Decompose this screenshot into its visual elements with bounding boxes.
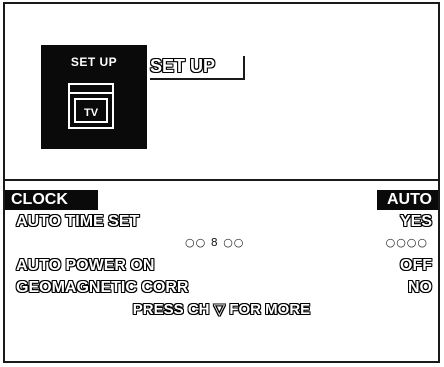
- date-readout: ○○○○: [385, 236, 428, 249]
- menu-item-label: AUTO POWER ON: [16, 257, 155, 274]
- section-divider: [5, 179, 438, 181]
- more-hint: PRESS CH ▽ FOR MORE: [132, 301, 311, 318]
- setup-icon-label: SET UP: [70, 55, 118, 69]
- menu-item-label: AUTO TIME SET: [16, 213, 140, 230]
- menu-item-value: OFF: [400, 257, 432, 274]
- tv-icon-screen: TV: [74, 98, 108, 123]
- menu-item-label: CLOCK: [5, 190, 98, 210]
- menu-item-value: AUTO: [376, 190, 438, 210]
- page-title: SET UP: [150, 56, 245, 80]
- tv-icon-label: TV: [83, 107, 99, 119]
- time-readout: ○○ 8 ○○: [185, 236, 245, 249]
- menu-item-auto-power-on[interactable]: AUTO POWER ON OFF: [5, 256, 438, 276]
- tv-icon: TV: [68, 83, 114, 129]
- setup-icon-box: SET UP TV: [41, 45, 147, 149]
- page-title-text: SET UP: [150, 56, 216, 76]
- menu-item-value: NO: [408, 279, 432, 296]
- menu-item-clock[interactable]: CLOCK AUTO: [5, 190, 438, 210]
- menu-item-geomagnetic-corr[interactable]: GEOMAGNETIC CORR NO: [5, 278, 438, 298]
- time-date-readout-row: ○○ 8 ○○ ○○○○: [5, 234, 438, 254]
- setup-menu-screen: SET UP TV SET UP CLOCK AUTO AUTO TIME SE…: [3, 2, 440, 363]
- menu-item-auto-time-set[interactable]: AUTO TIME SET YES: [5, 212, 438, 232]
- menu-item-label: GEOMAGNETIC CORR: [16, 279, 189, 296]
- menu-item-value: YES: [399, 213, 432, 230]
- tv-icon-bar: [70, 92, 112, 94]
